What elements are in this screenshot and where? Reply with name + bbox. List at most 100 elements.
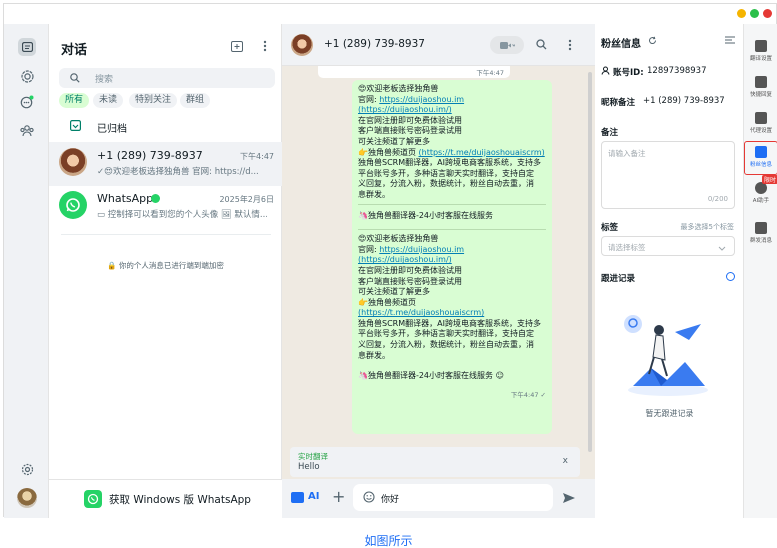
- chat-list-panel: 对话 搜索 所有 未读 特别关注 群组 已归档 +1 (289) 739-893…: [49, 24, 282, 518]
- panel-title: 粉丝信息: [601, 39, 641, 50]
- chat-menu-icon[interactable]: [568, 39, 572, 54]
- tool-label: 快捷回复: [749, 92, 772, 98]
- archived-row[interactable]: 已归档: [49, 115, 282, 137]
- message-input[interactable]: 你好: [353, 484, 553, 511]
- minimize-button[interactable]: [737, 9, 746, 18]
- tool-proxy-settings[interactable]: 代理设置: [744, 108, 777, 142]
- message-divider-line: [358, 203, 546, 205]
- chat-row-time: 2025年2月6日: [219, 195, 274, 204]
- tool-quick-reply[interactable]: 快捷回复: [744, 72, 777, 106]
- get-windows-label: 获取 Windows 版 WhatsApp: [109, 494, 251, 506]
- status-icon[interactable]: [19, 68, 35, 84]
- collapse-icon[interactable]: [725, 36, 735, 47]
- close-translation-button[interactable]: x: [563, 456, 568, 466]
- message-line: 息群发。: [358, 190, 546, 201]
- archive-icon: [70, 120, 82, 134]
- message-scrollbar[interactable]: [588, 72, 592, 452]
- tags-placeholder: 请选择标签: [608, 243, 646, 252]
- message-line: (https://duijaoshou.im/): [358, 105, 546, 116]
- refresh-icon[interactable]: [648, 36, 657, 48]
- message-link[interactable]: https://duijaoshou.im: [379, 95, 464, 104]
- chat-row-name: +1 (289) 739-8937: [97, 149, 203, 162]
- app-window: 对话 搜索 所有 未读 特别关注 群组 已归档 +1 (289) 739-893…: [3, 3, 777, 518]
- tags-select[interactable]: 请选择标签: [601, 236, 735, 256]
- message-line: 客户端直接账号密码登录试用: [358, 277, 546, 288]
- conversation-header: +1 (289) 739-8937: [282, 24, 595, 66]
- video-call-button[interactable]: [490, 36, 524, 54]
- tool-label: 群发消息: [749, 238, 772, 244]
- close-button[interactable]: [763, 9, 772, 18]
- message-block-1: 😍欢迎老板选择独角兽 官网: https://duijaoshou.im (http…: [358, 84, 546, 201]
- send-icon[interactable]: [562, 492, 576, 507]
- filter-starred[interactable]: 特别关注: [129, 93, 178, 108]
- message-text: 官网:: [358, 244, 380, 254]
- search-input[interactable]: 搜索: [95, 72, 113, 85]
- broadcast-icon: [755, 222, 767, 234]
- translate-toggle-icon[interactable]: [291, 492, 304, 503]
- notes-label: 备注: [601, 128, 619, 138]
- message-list[interactable]: 下午4:47 😍欢迎老板选择独角兽 官网: https://duijaoshou.…: [282, 66, 588, 461]
- communities-icon[interactable]: [19, 123, 35, 139]
- chat-row-contact[interactable]: +1 (289) 739-8937 下午4:47 ✓😍欢迎老板选择独角兽 官网:…: [49, 142, 282, 186]
- message-time: 下午4:47: [476, 69, 504, 77]
- chats-icon[interactable]: [18, 38, 36, 56]
- chat-row-time: 下午4:47: [240, 152, 274, 161]
- chat-row-name: WhatsApp: [97, 192, 154, 205]
- tags-hint: 最多选择5个标签: [680, 223, 734, 231]
- chat-row-whatsapp[interactable]: WhatsApp 2025年2月6日 ▭ 控制择可以看到您的个人头像 🖼 默认情…: [49, 185, 282, 229]
- emoji-icon[interactable]: [363, 491, 375, 506]
- message-divider-line: [358, 229, 546, 231]
- search-box[interactable]: 搜索: [59, 68, 275, 88]
- tool-broadcast[interactable]: 群发消息: [744, 218, 777, 252]
- message-line: 官网: https://duijaoshou.im: [358, 245, 546, 256]
- nickname-value[interactable]: +1 (289) 739-8937: [643, 96, 725, 106]
- tool-label: 翻译设置: [749, 56, 772, 62]
- search-icon[interactable]: [536, 39, 547, 53]
- notes-placeholder: 请输入备注: [608, 149, 646, 158]
- nav-rail: [4, 24, 49, 518]
- new-chat-icon[interactable]: [231, 41, 243, 55]
- notes-textarea[interactable]: 请输入备注 0/200: [601, 141, 735, 209]
- filter-all[interactable]: 所有: [59, 93, 90, 108]
- conversation-panel: +1 (289) 739-8937 下午4:47 😍欢迎老板选择独角兽 官网: h…: [282, 24, 595, 518]
- filter-groups[interactable]: 群组: [180, 93, 211, 108]
- contact-name[interactable]: +1 (289) 739-8937: [324, 38, 425, 50]
- message-text: 平台账号多开，多种语言聊天实时翻译，支持自定: [358, 329, 534, 339]
- maximize-button[interactable]: [750, 9, 759, 18]
- message-link[interactable]: (https://t.me/duijaoshouaiscrm): [419, 148, 545, 157]
- message-line: 独角兽SCRM翻译器，AI跨境电商客服系统，支持多: [358, 319, 546, 330]
- message-link[interactable]: https://duijaoshou.im: [379, 245, 464, 254]
- get-windows-button[interactable]: 获取 Windows 版 WhatsApp: [49, 479, 282, 518]
- message-link[interactable]: (https://t.me/duijaoshouaiscrm): [358, 308, 484, 317]
- figure-caption: 如图所示: [364, 534, 413, 548]
- tool-fan-info[interactable]: 粉丝信息: [744, 141, 777, 175]
- nickname-label: 昵称备注: [601, 98, 636, 108]
- channels-icon[interactable]: [19, 94, 35, 110]
- menu-icon[interactable]: [263, 40, 267, 55]
- message-text: 😍欢迎老板选择独角兽: [358, 234, 439, 244]
- profile-avatar[interactable]: [17, 488, 37, 508]
- message-time: 下午4:47 ✓: [510, 390, 546, 399]
- message-link[interactable]: (https://duijaoshou.im/): [358, 255, 452, 264]
- verified-icon: [151, 194, 160, 203]
- message-bubble: 😍欢迎老板选择独角兽 官网: https://duijaoshou.im (http…: [352, 80, 552, 434]
- message-link[interactable]: (https://duijaoshou.im/): [358, 105, 452, 114]
- message-line: 在官网注册即可免费体验试用: [358, 116, 546, 127]
- settings-icon[interactable]: [19, 461, 35, 477]
- chevron-down-icon: [718, 243, 726, 254]
- message-line: 👉独角兽频道页 (https://t.me/duijaoshouaiscrm): [358, 148, 546, 159]
- message-signature-2: 🦄独角兽翻译器-24小时客服在线服务 ☺: [358, 371, 504, 381]
- add-followup-icon[interactable]: [726, 272, 735, 281]
- proxy-settings-icon: [755, 112, 767, 124]
- attach-button[interactable]: +: [332, 487, 345, 506]
- message-text: 义回复，分流入粉，数据统计，粉丝自动去重，消: [358, 179, 534, 189]
- whatsapp-logo-icon: [59, 191, 87, 219]
- tags-label: 标签: [601, 223, 619, 233]
- contact-avatar[interactable]: [291, 34, 313, 56]
- filter-unread[interactable]: 未读: [93, 93, 124, 108]
- tool-translate-settings[interactable]: 翻译设置: [744, 36, 777, 70]
- archived-label: 已归档: [97, 124, 127, 135]
- ai-assistant-button[interactable]: AI: [308, 491, 319, 502]
- message-line: 息群发。: [358, 351, 546, 362]
- tool-ai-assistant[interactable]: 限时 AI助手: [744, 175, 777, 212]
